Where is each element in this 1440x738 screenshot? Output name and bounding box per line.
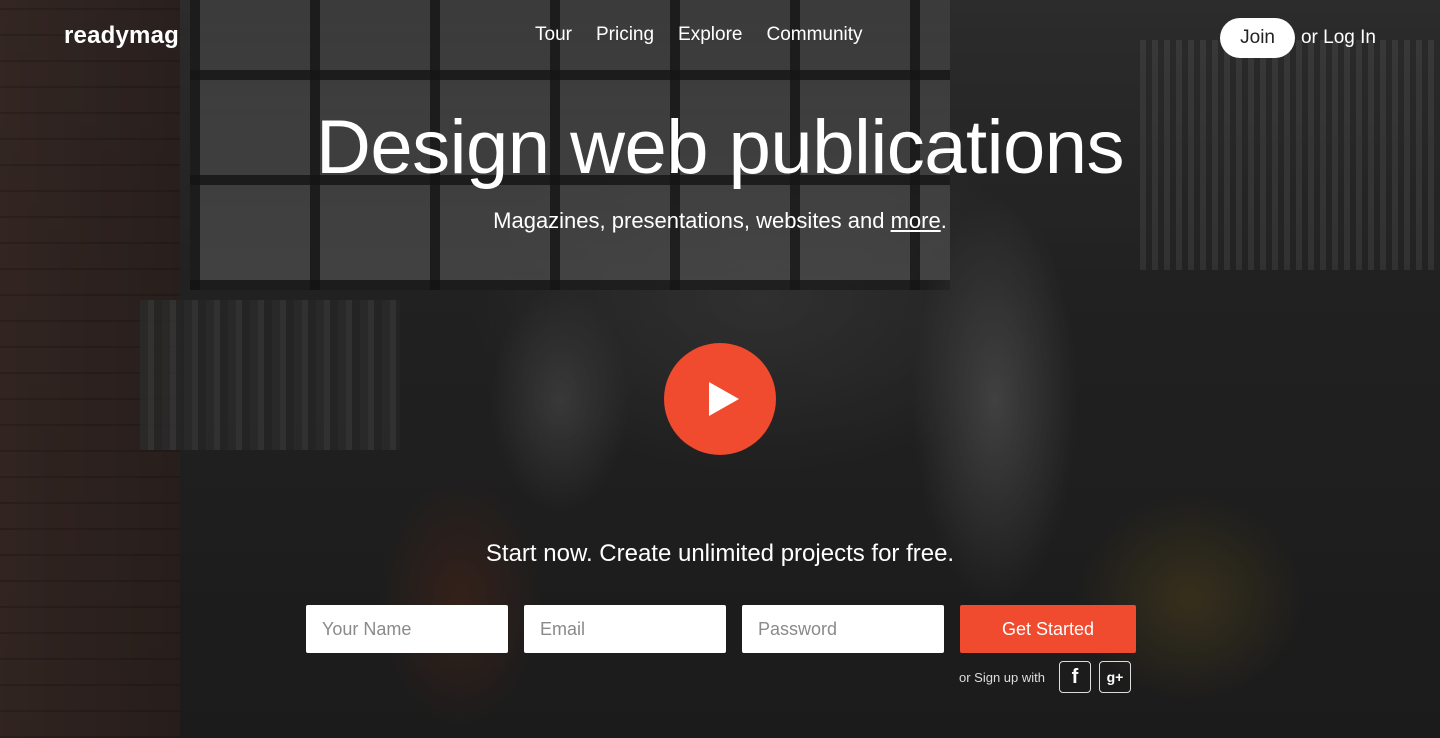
login-link[interactable]: Log In (1323, 27, 1376, 48)
site-header: readymag Tour Pricing Explore Community … (0, 0, 1440, 76)
signup-cta: Start now. Create unlimited projects for… (485, 540, 955, 567)
page-title: Design web publications (315, 105, 1125, 190)
page-subtitle: Magazines, presentations, websites and m… (0, 208, 1440, 234)
join-button[interactable]: Join (1220, 18, 1295, 58)
nav-item-explore[interactable]: Explore (678, 24, 742, 46)
auth-area: Join or Log In (1220, 18, 1376, 58)
google-plus-signup-button[interactable]: g+ (1099, 661, 1131, 693)
social-signup: or Sign up with f g+ (959, 661, 1131, 693)
logo[interactable]: readymag (64, 22, 179, 50)
login-text: or Log In (1301, 27, 1376, 49)
nav-item-pricing[interactable]: Pricing (596, 24, 654, 46)
more-link[interactable]: more (891, 208, 941, 233)
subtitle-period: . (940, 208, 947, 233)
facebook-signup-button[interactable]: f (1059, 661, 1091, 693)
password-input[interactable] (742, 605, 944, 653)
main-nav: Tour Pricing Explore Community (535, 24, 863, 46)
name-input[interactable] (306, 605, 508, 653)
google-plus-icon: g+ (1106, 669, 1124, 685)
nav-item-tour[interactable]: Tour (535, 24, 572, 46)
play-icon (709, 382, 739, 416)
facebook-icon: f (1071, 665, 1079, 688)
play-video-button[interactable] (664, 343, 776, 455)
signup-form: Get Started (306, 605, 1136, 653)
email-input[interactable] (524, 605, 726, 653)
get-started-button[interactable]: Get Started (960, 605, 1136, 653)
subtitle-text: Magazines, presentations, websites and (493, 208, 891, 233)
login-prefix: or (1300, 27, 1324, 48)
social-signup-label: or Sign up with (959, 669, 1045, 685)
nav-item-community[interactable]: Community (766, 24, 862, 46)
